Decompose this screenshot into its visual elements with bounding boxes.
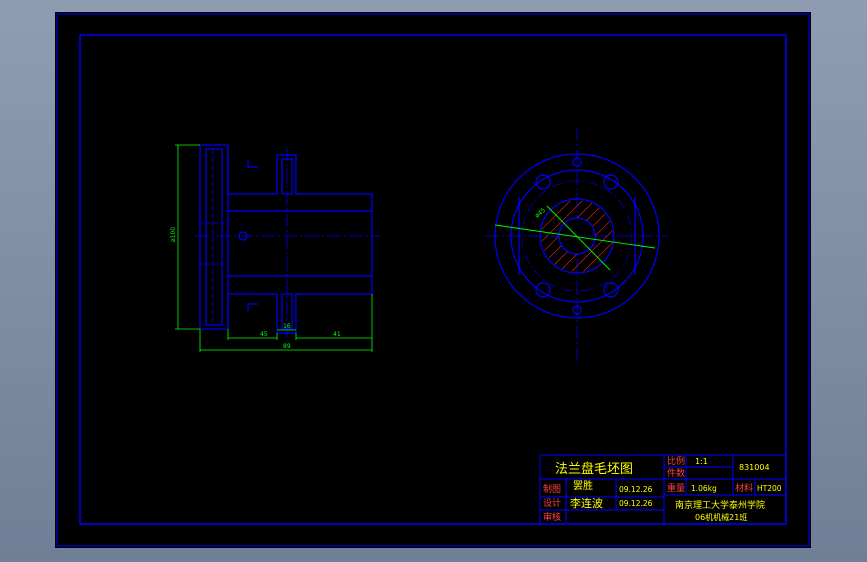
design-label: 设计: [543, 497, 561, 509]
drawing-sheet: ø100 45 16 41 89 ø45 法兰盘毛坯图 比例 1:1 件数 83…: [55, 12, 811, 548]
dim-diameter-left: ø100: [170, 227, 177, 242]
front-section-view: [195, 144, 380, 342]
weight-label: 重量: [667, 482, 685, 494]
scale-value: 1:1: [695, 457, 708, 466]
design-name: 李连波: [570, 496, 603, 510]
material-value: HT200: [757, 484, 782, 493]
dim-b: 16: [283, 323, 291, 330]
dim-a: 45: [260, 331, 268, 338]
review-label: 审核: [543, 511, 561, 523]
sheet-label: 件数: [667, 467, 685, 479]
drawing-title: 法兰盘毛坯图: [555, 461, 633, 477]
scale-label: 比例: [667, 455, 685, 467]
drawn-date: 09.12.26: [619, 485, 653, 494]
design-date: 09.12.26: [619, 499, 653, 508]
drawn-label: 制图: [543, 483, 561, 495]
material-label: 材料: [735, 482, 753, 494]
drawing-number: 831004: [739, 463, 770, 472]
school-name: 南京理工大学泰州学院: [675, 499, 765, 511]
front-dimensions: [175, 144, 373, 352]
inner-frame: [79, 34, 787, 525]
dim-c: 41: [333, 331, 341, 338]
class-name: 06机机械21班: [695, 512, 747, 522]
drawn-name: 罢胜: [573, 480, 593, 492]
weight-value: 1.06kg: [691, 484, 717, 493]
dim-total: 89: [283, 343, 291, 350]
outer-frame: [56, 13, 810, 547]
cad-drawing: ø100 45 16 41 89 ø45 法兰盘毛坯图 比例 1:1 件数 83…: [56, 13, 810, 547]
